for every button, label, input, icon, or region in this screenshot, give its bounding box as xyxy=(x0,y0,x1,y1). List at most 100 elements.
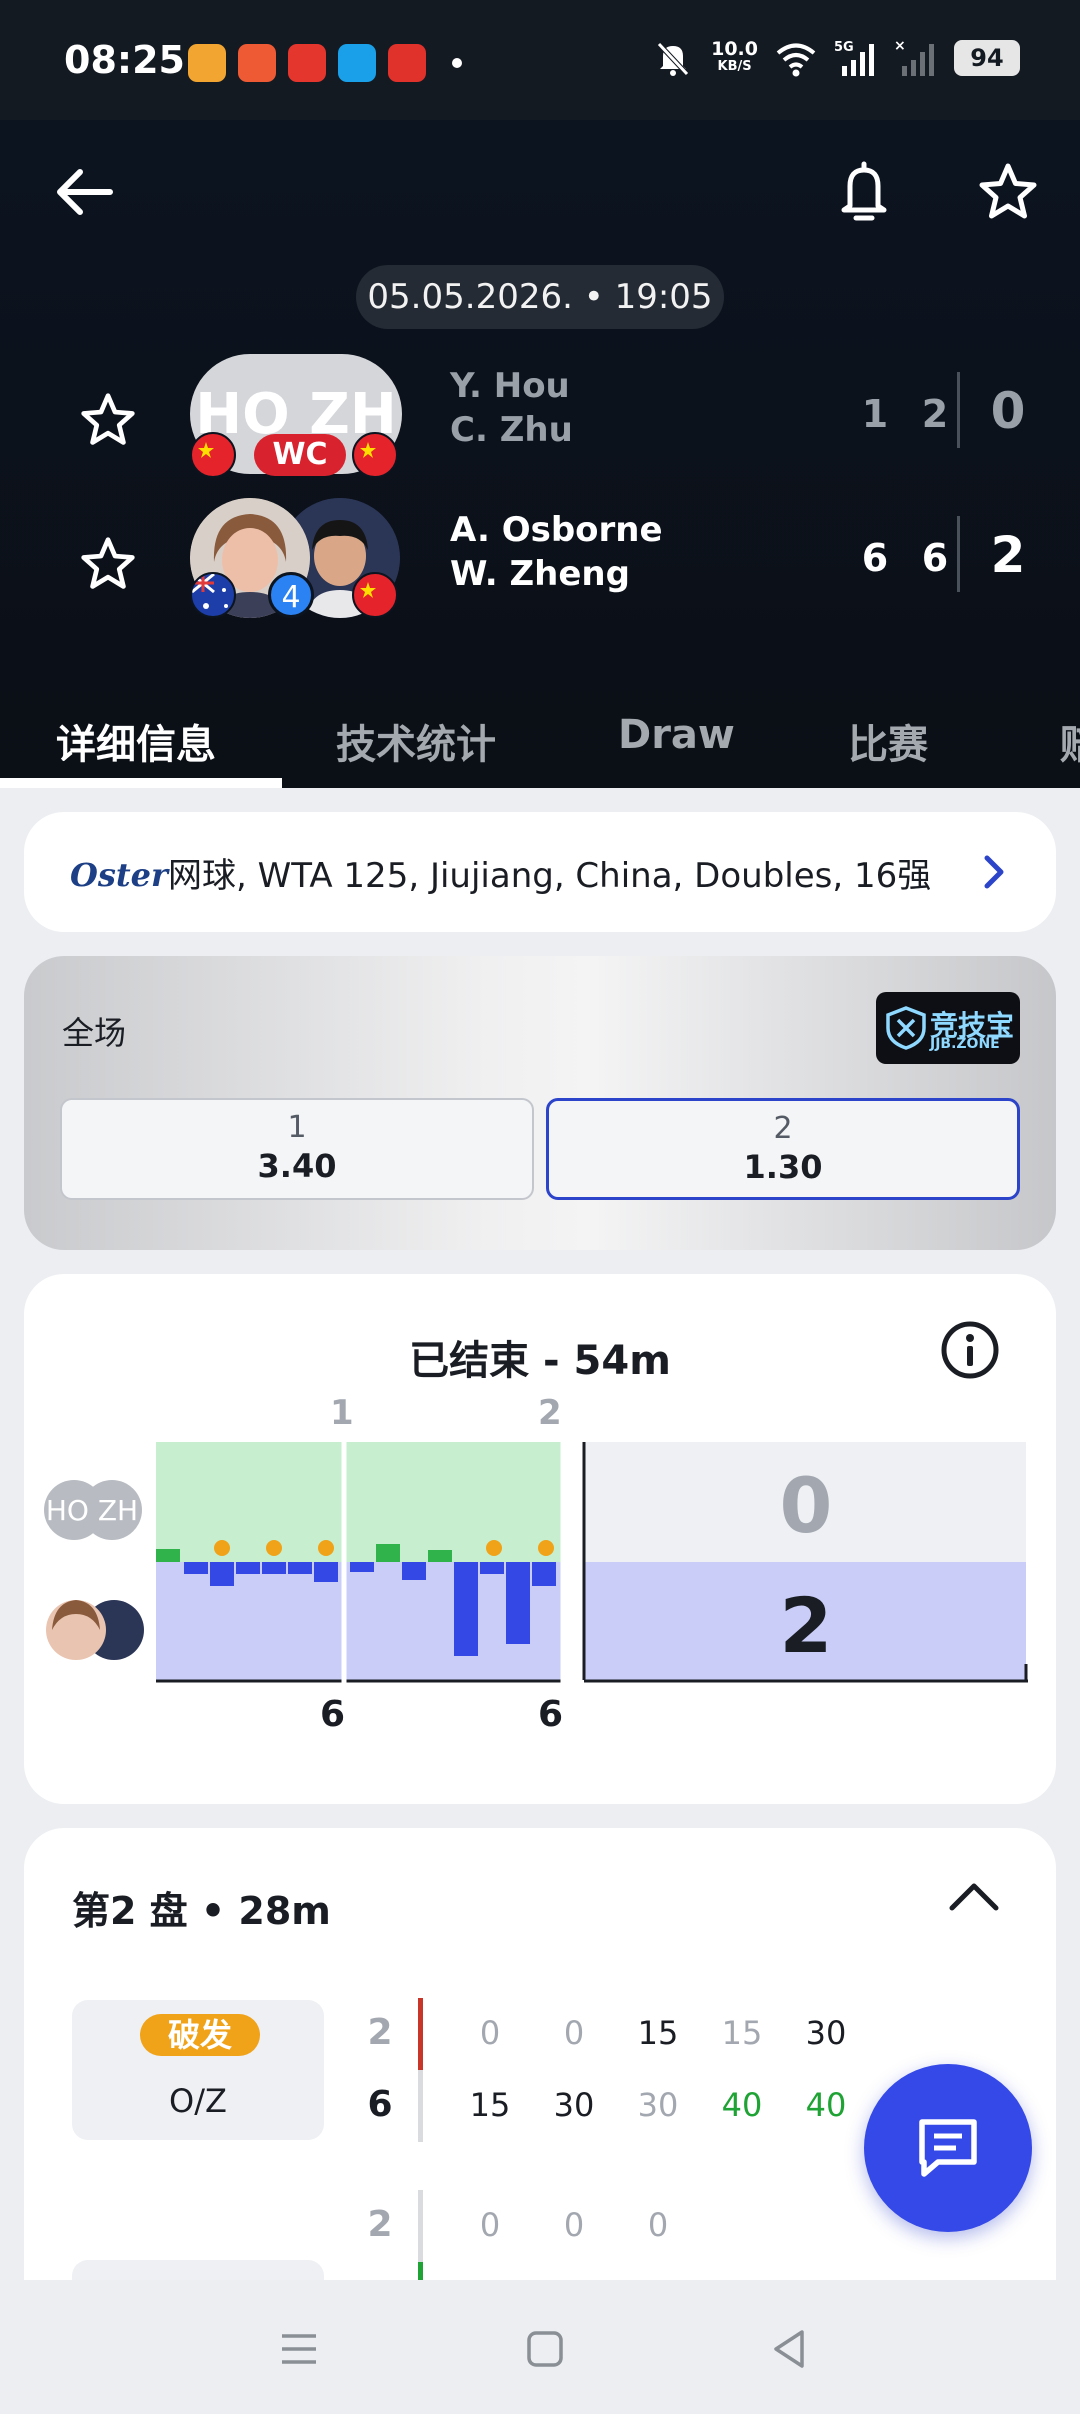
break-marker xyxy=(214,1540,230,1556)
odds-label: 1 xyxy=(287,1110,307,1145)
point: 15 xyxy=(469,2086,511,2124)
server-indicator-bottom xyxy=(418,2070,423,2142)
toutiao-app-icon xyxy=(288,44,326,82)
point: 15 xyxy=(721,2014,763,2052)
bookmaker-shield-icon xyxy=(886,1006,926,1050)
set2-marker: 2 xyxy=(538,1394,562,1433)
momentum-bar xyxy=(428,1550,452,1562)
tab-bar: 详细信息 技术统计 Draw 比赛 赔 xyxy=(0,680,1080,788)
momentum-bar xyxy=(314,1562,338,1582)
game-score-top: 2 xyxy=(367,2204,393,2245)
signal-5g-icon: 5G xyxy=(834,40,874,76)
tab-odds[interactable]: 赔 xyxy=(1060,712,1080,770)
match-header: 05.05.2026. • 19:05 HO ZH WC Y. Hou C. Z… xyxy=(0,120,1080,788)
server-indicator-top xyxy=(418,1998,423,2070)
china-flag-icon xyxy=(190,432,236,478)
odds-card: 全场 竞技宝 JJB.ZONE 1 3.40 2 1.30 xyxy=(24,956,1056,1250)
league-card[interactable]: Oster 网球, WTA 125, Jiujiang, China, Doub… xyxy=(24,812,1056,932)
match-datetime: 05.05.2026. • 19:05 xyxy=(356,265,724,329)
team2-favorite-button[interactable] xyxy=(68,524,148,604)
momentum-bar xyxy=(262,1562,286,1574)
mail-app-icon xyxy=(238,44,276,82)
point: 40 xyxy=(805,2086,847,2124)
team2-player2: W. Zheng xyxy=(450,554,630,594)
status-time: 08:25 xyxy=(64,38,185,82)
break-marker xyxy=(486,1540,502,1556)
home-icon[interactable] xyxy=(520,2324,570,2374)
svg-text:HO ZH: HO ZH xyxy=(46,1494,138,1527)
point: 15 xyxy=(637,2014,679,2052)
point: 30 xyxy=(805,2014,847,2052)
team1-player1: Y. Hou xyxy=(450,366,570,406)
momentum-bar xyxy=(532,1562,556,1586)
momentum-bar xyxy=(402,1562,426,1580)
match-status-title: 已结束 - 54m xyxy=(409,1338,671,1384)
momentum-bar xyxy=(376,1544,400,1562)
menu-icon[interactable] xyxy=(274,2324,324,2374)
momentum-bar xyxy=(506,1562,530,1644)
bell-icon xyxy=(841,161,887,221)
team2-names: A. Osborne W. Zheng xyxy=(450,508,663,596)
momentum-chart: HO ZH 1 2 6 6 0 2 xyxy=(44,1394,1028,1735)
odds-option-away[interactable]: 2 1.30 xyxy=(546,1098,1020,1200)
momentum-bar xyxy=(288,1562,312,1574)
odds-label: 2 xyxy=(773,1111,793,1146)
set-title: 第2 盘 • 28m xyxy=(72,1889,331,1933)
wildcard-badge: WC xyxy=(254,434,346,476)
team1-set1: 1 xyxy=(861,392,891,436)
chat-icon xyxy=(919,2119,977,2177)
china-flag-icon xyxy=(352,432,398,478)
favorite-match-button[interactable] xyxy=(968,152,1048,232)
point: 0 xyxy=(647,2206,669,2244)
game-server: O/Z xyxy=(169,2082,227,2120)
team1-favorite-button[interactable] xyxy=(68,380,148,460)
back-button[interactable] xyxy=(44,152,124,232)
momentum-card: 已结束 - 54m HO ZH 1 2 6 6 0 2 xyxy=(24,1274,1056,1804)
set1-marker: 1 xyxy=(330,1394,354,1433)
svg-text:5G: 5G xyxy=(834,40,854,55)
point: 0 xyxy=(479,2206,501,2244)
bookmaker-logo[interactable]: 竞技宝 JJB.ZONE xyxy=(876,992,1020,1064)
points-row-top: 0 0 15 15 30 xyxy=(448,2014,868,2052)
tab-details[interactable]: 详细信息 xyxy=(56,712,216,770)
odds-option-home[interactable]: 1 3.40 xyxy=(60,1098,534,1200)
signal-no-sim-icon: × xyxy=(894,38,934,76)
point: 0 xyxy=(479,2014,501,2052)
status-indicators: 10.0 KB/S 5G × 94 xyxy=(651,38,1020,78)
odds-value: 3.40 xyxy=(257,1147,337,1185)
tab-matches[interactable]: 比赛 xyxy=(848,712,928,770)
notification-bell-button[interactable] xyxy=(824,152,904,232)
team2-row[interactable]: 4 A. Osborne W. Zheng 66 2 xyxy=(0,492,1080,622)
chat-button[interactable] xyxy=(864,2064,1032,2232)
team1-total: 0 xyxy=(990,382,1026,440)
tab-draw[interactable]: Draw xyxy=(618,712,735,758)
team1-player2: C. Zhu xyxy=(450,410,573,450)
break-badge: 破发 xyxy=(140,2014,260,2056)
team2-set1: 6 xyxy=(861,536,891,580)
star-icon xyxy=(979,163,1037,219)
team2-total: 2 xyxy=(990,526,1026,584)
chevron-up-icon[interactable] xyxy=(944,1876,1004,1916)
notification-app-icons xyxy=(188,44,462,82)
break-marker xyxy=(538,1540,554,1556)
league-name: 网球, WTA 125, Jiujiang, China, Doubles, 1… xyxy=(168,856,932,896)
tab-statistics[interactable]: 技术统计 xyxy=(336,712,496,770)
break-marker xyxy=(318,1540,334,1556)
point: 0 xyxy=(563,2206,585,2244)
back-triangle-icon[interactable] xyxy=(764,2324,814,2374)
svg-text:×: × xyxy=(894,38,906,54)
points-row-bottom: 15 30 30 40 40 xyxy=(448,2086,868,2124)
system-nav-bar xyxy=(0,2280,1080,2414)
score-divider xyxy=(957,516,960,592)
point: 30 xyxy=(637,2086,679,2124)
momentum-bar xyxy=(236,1562,260,1574)
momentum-bar xyxy=(454,1562,478,1656)
momentum-bar xyxy=(350,1562,374,1572)
game-score-top: 2 xyxy=(367,2012,393,2053)
info-icon[interactable] xyxy=(938,1318,1002,1382)
point: 0 xyxy=(563,2014,585,2052)
team1-row[interactable]: HO ZH WC Y. Hou C. Zhu 12 0 xyxy=(0,348,1080,478)
team2-mini-avatar xyxy=(46,1600,144,1660)
seed-badge: 4 xyxy=(268,572,314,618)
wifi-icon xyxy=(776,43,816,77)
